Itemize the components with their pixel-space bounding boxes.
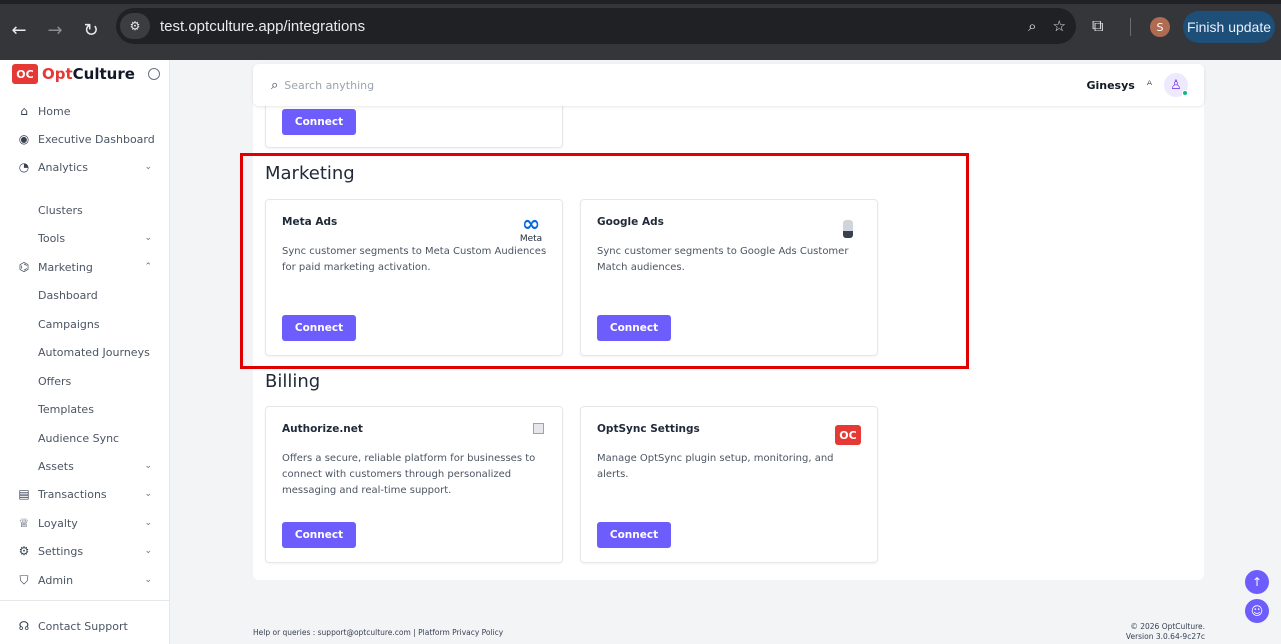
optsync-settings-card: OptSync Settings OC Manage OptSync plugi… (580, 406, 878, 563)
connect-button[interactable]: Connect (282, 109, 356, 135)
reload-icon[interactable]: ↻ (76, 15, 106, 45)
sidebar-item-tools[interactable]: Tools ⌄ (38, 228, 156, 248)
extensions-icon[interactable]: ⧉ (1092, 16, 1103, 36)
chevron-down-icon: ⌄ (144, 575, 152, 585)
search-input[interactable] (284, 78, 585, 92)
arrow-up-icon: ↑ (1251, 575, 1263, 589)
meta-ads-connect-button[interactable]: Connect (282, 315, 356, 341)
org-name[interactable]: Ginesys (1086, 79, 1134, 92)
sidebar-item-audience-sync[interactable]: Audience Sync (38, 428, 156, 448)
translate-icon[interactable]: ᴬ (1147, 78, 1152, 92)
card-title: Google Ads (597, 216, 664, 228)
sidebar-item-marketing[interactable]: ⌬ Marketing ⌃ (16, 257, 156, 277)
receipt-icon: ▤ (18, 487, 30, 501)
card-description: Manage OptSync plugin setup, monitoring,… (597, 453, 834, 480)
footer-version: © 2026 OptCulture. Version 3.0.64-9c27c (1125, 622, 1205, 641)
sidebar-item-campaigns[interactable]: Campaigns (38, 314, 156, 334)
sidebar-item-home[interactable]: ⌂ Home (16, 101, 156, 121)
sidebar-item-automated-journeys[interactable]: Automated Journeys (38, 342, 156, 362)
sidebar-item-clusters[interactable]: Clusters (38, 200, 156, 220)
contact-support-link[interactable]: ☊ Contact Support (16, 616, 156, 636)
card-title: Meta Ads (282, 216, 338, 228)
card-description: Sync customer segments to Meta Custom Au… (282, 246, 547, 273)
browser-chrome: ← → ↻ ⚙ test.optculture.app/integrations… (0, 0, 1281, 60)
sidebar-item-dashboard[interactable]: Dashboard (38, 285, 156, 305)
headset-icon: ☊ (18, 619, 30, 633)
shield-icon: ⛉ (19, 572, 29, 587)
card-description: Offers a secure, reliable platform for b… (282, 453, 536, 496)
chevron-down-icon: ⌄ (144, 518, 152, 528)
gauge-icon: ◉ (18, 132, 30, 146)
authorize-net-connect-button[interactable]: Connect (282, 522, 356, 548)
sidebar-item-offers[interactable]: Offers (38, 371, 156, 391)
chat-icon: ☺ (1250, 604, 1264, 618)
zoom-icon[interactable]: ⌕ (1028, 17, 1036, 35)
card-title: Authorize.net (282, 423, 363, 435)
card-description: Sync customer segments to Google Ads Cus… (597, 246, 849, 273)
chart-icon: ◔ (18, 160, 30, 174)
google-ads-card: Google Ads Sync customer segments to Goo… (580, 199, 878, 356)
search-icon: ⌕ (271, 77, 279, 93)
gear-icon: ⚙ (18, 544, 30, 558)
brand-mark: OC (12, 64, 38, 84)
google-ads-logo-icon (843, 220, 853, 238)
sidebar-item-analytics[interactable]: ◔ Analytics ⌄ (16, 157, 156, 177)
collapse-sidebar-icon[interactable] (148, 68, 160, 80)
brand-name: OptCulture (42, 65, 135, 83)
chevron-down-icon: ⌄ (144, 461, 152, 471)
sidebar-item-loyalty[interactable]: ♕ Loyalty ⌄ (16, 513, 156, 533)
optculture-logo-icon: OC (835, 425, 861, 445)
sidebar-item-admin[interactable]: ⛉ Admin ⌄ (16, 570, 156, 590)
site-settings-icon[interactable]: ⚙ (120, 13, 150, 39)
toolbar-divider (1130, 18, 1131, 36)
megaphone-icon: ⌬ (18, 260, 30, 274)
trophy-icon: ♕ (18, 516, 30, 530)
user-area: Ginesys ᴬ ♙ (1086, 64, 1188, 106)
authorize-net-card: Authorize.net Offers a secure, reliable … (265, 406, 563, 563)
chevron-up-icon: ⌃ (144, 262, 152, 272)
brand-logo[interactable]: OC OptCulture (12, 64, 135, 84)
forward-arrow-icon[interactable]: → (40, 15, 70, 45)
url-text[interactable]: test.optculture.app/integrations (160, 18, 365, 35)
meta-logo-icon: ∞ Meta (519, 212, 543, 245)
sidebar-item-settings[interactable]: ⚙ Settings ⌄ (16, 541, 156, 561)
sidebar-item-executive-dashboard[interactable]: ◉ Executive Dashboard (16, 129, 156, 149)
user-icon: ♙ (1170, 77, 1182, 93)
back-arrow-icon[interactable]: ← (4, 15, 34, 45)
top-search-bar: ⌕ Ginesys ᴬ ♙ (253, 64, 1204, 106)
profile-avatar[interactable]: S (1150, 17, 1170, 37)
optsync-connect-button[interactable]: Connect (597, 522, 671, 548)
sidebar: OC OptCulture ⌂ Home ◉ Executive Dashboard… (0, 60, 170, 644)
meta-ads-card: Meta Ads ∞ Meta Sync customer segments to… (265, 199, 563, 356)
billing-section-title: Billing (265, 371, 321, 392)
chevron-down-icon: ⌄ (144, 489, 152, 499)
chevron-down-icon: ⌄ (144, 233, 152, 243)
marketing-section-title: Marketing (265, 163, 355, 184)
footer-help-text[interactable]: Help or queries : support@optculture.com… (253, 628, 503, 637)
bookmark-star-icon[interactable]: ☆ (1053, 17, 1066, 35)
sidebar-item-assets[interactable]: Assets ⌄ (38, 456, 156, 476)
address-bar[interactable]: ⚙ test.optculture.app/integrations ⌕ ☆ (116, 8, 1076, 44)
home-icon: ⌂ (20, 104, 28, 118)
chevron-down-icon: ⌄ (144, 162, 152, 172)
sidebar-item-transactions[interactable]: ▤ Transactions ⌄ (16, 484, 156, 504)
user-avatar[interactable]: ♙ (1164, 73, 1188, 97)
finish-update-button[interactable]: Finish update (1183, 11, 1275, 43)
scroll-to-top-button[interactable]: ↑ (1245, 570, 1269, 594)
sidebar-divider (0, 600, 170, 601)
broken-image-icon (533, 423, 544, 434)
online-status-dot (1182, 90, 1188, 96)
card-title: OptSync Settings (597, 423, 700, 435)
chevron-down-icon: ⌄ (144, 546, 152, 556)
chat-button[interactable]: ☺ (1245, 599, 1269, 623)
google-ads-connect-button[interactable]: Connect (597, 315, 671, 341)
sidebar-item-templates[interactable]: Templates (38, 399, 156, 419)
